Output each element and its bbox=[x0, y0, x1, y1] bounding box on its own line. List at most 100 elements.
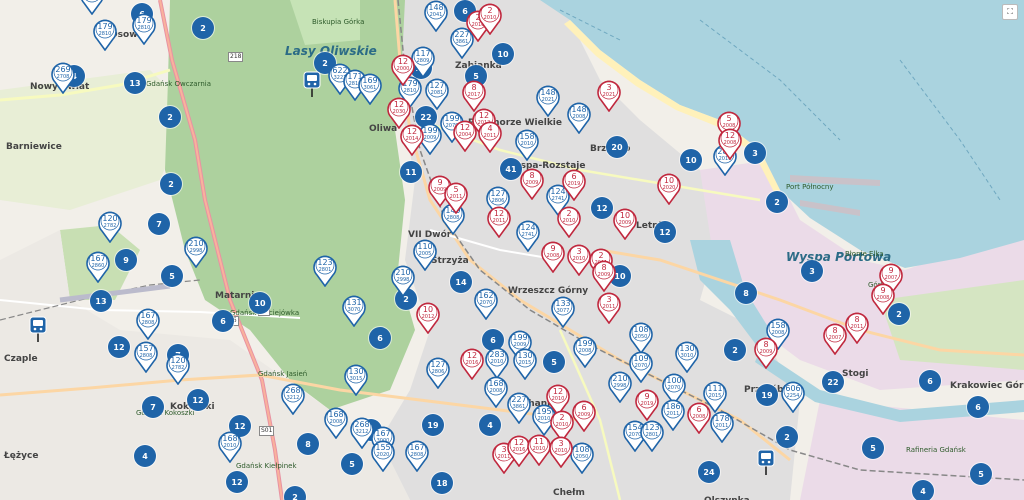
cluster-marker[interactable]: 6 bbox=[369, 327, 391, 349]
tram-pin[interactable]: 2 2010 bbox=[556, 204, 582, 238]
bus-pin[interactable]: 130 2015 bbox=[512, 346, 538, 380]
bus-pin[interactable]: 2102998 bbox=[607, 369, 633, 403]
cluster-marker[interactable]: 4 bbox=[479, 414, 501, 436]
bus-depot-icon[interactable] bbox=[29, 316, 47, 342]
bus-pin[interactable]: 227 3861 bbox=[506, 390, 532, 424]
cluster-marker[interactable]: 12 bbox=[108, 336, 130, 358]
tram-pin[interactable]: 4 2011 bbox=[477, 119, 503, 153]
cluster-marker[interactable]: 9 bbox=[115, 249, 137, 271]
cluster-marker[interactable]: 20 bbox=[606, 136, 628, 158]
bus-pin[interactable]: 148 2041 bbox=[423, 0, 449, 32]
cluster-marker[interactable]: 2 bbox=[724, 339, 746, 361]
cluster-marker[interactable]: 4 bbox=[912, 480, 934, 500]
cluster-marker[interactable]: 6 bbox=[967, 396, 989, 418]
cluster-marker[interactable]: 5 bbox=[970, 463, 992, 485]
fullscreen-button[interactable]: ⛶ bbox=[1002, 4, 1018, 20]
cluster-marker[interactable]: 5 bbox=[862, 437, 884, 459]
cluster-marker[interactable]: 5 bbox=[543, 351, 565, 373]
tram-pin[interactable]: 6 2019 bbox=[561, 167, 587, 201]
cluster-marker[interactable]: 2 bbox=[159, 106, 181, 128]
tram-pin[interactable]: 8 2009 bbox=[591, 258, 617, 292]
cluster-marker[interactable]: 11 bbox=[400, 161, 422, 183]
tram-pin[interactable]: 10 2020 bbox=[656, 171, 682, 205]
cluster-marker[interactable]: 5 bbox=[161, 265, 183, 287]
bus-pin[interactable]: 148 2008 bbox=[566, 100, 592, 134]
bus-pin[interactable]: 123 2801 bbox=[639, 418, 665, 452]
bus-pin[interactable]: 2102998 bbox=[390, 263, 416, 297]
bus-pin[interactable]: 124 2741 bbox=[515, 218, 541, 252]
bus-pin[interactable]: 269 2708 bbox=[50, 60, 76, 94]
cluster-marker[interactable]: 7 bbox=[142, 396, 164, 418]
tram-pin[interactable]: 3 2021 bbox=[596, 78, 622, 112]
bus-pin[interactable]: 155 2020 bbox=[370, 438, 396, 472]
tram-pin[interactable]: 9 2019 bbox=[634, 387, 660, 421]
cluster-marker[interactable]: 19 bbox=[756, 384, 778, 406]
cluster-marker[interactable]: 6 bbox=[919, 370, 941, 392]
cluster-marker[interactable]: 12 bbox=[654, 221, 676, 243]
bus-pin[interactable]: 127 2806 bbox=[425, 355, 451, 389]
cluster-marker[interactable]: 3 bbox=[744, 142, 766, 164]
bus-pin[interactable]: 167 2860 bbox=[85, 249, 111, 283]
bus-pin[interactable]: 199 2008 bbox=[572, 334, 598, 368]
tram-pin[interactable]: 12 2008 bbox=[717, 126, 743, 160]
bus-pin[interactable]: 169 3061 bbox=[357, 71, 383, 105]
bus-pin[interactable]: 123 2801 bbox=[312, 253, 338, 287]
tram-pin[interactable]: 9 2008 bbox=[540, 239, 566, 273]
tram-pin[interactable]: 6 2008 bbox=[686, 400, 712, 434]
bus-pin[interactable]: 127 2081 bbox=[424, 76, 450, 110]
cluster-marker[interactable]: 8 bbox=[297, 433, 319, 455]
bus-pin[interactable]: 2102998 bbox=[183, 234, 209, 268]
cluster-marker[interactable]: 19 bbox=[422, 414, 444, 436]
tram-pin[interactable]: 10 2012 bbox=[415, 300, 441, 334]
cluster-marker[interactable]: 22 bbox=[822, 371, 844, 393]
tram-pin[interactable]: 12 2016 bbox=[459, 346, 485, 380]
bus-depot-icon[interactable] bbox=[757, 449, 775, 475]
cluster-marker[interactable]: 12 bbox=[226, 471, 248, 493]
bus-pin[interactable]: 148 2021 bbox=[535, 83, 561, 117]
bus-pin[interactable]: 179 2810 bbox=[92, 17, 118, 51]
cluster-marker[interactable]: 2 bbox=[192, 17, 214, 39]
cluster-marker[interactable]: 10 bbox=[492, 43, 514, 65]
cluster-marker[interactable]: 13 bbox=[124, 72, 146, 94]
cluster-marker[interactable]: 10 bbox=[249, 292, 271, 314]
bus-pin[interactable]: 162 2070 bbox=[473, 286, 499, 320]
map-canvas[interactable]: Lasy Oliwskie Wyspa Portowa Wrzeszcz Górny… bbox=[0, 0, 1024, 500]
tram-pin[interactable]: 10 2009 bbox=[612, 206, 638, 240]
tram-pin[interactable]: 12 2014 bbox=[399, 122, 425, 156]
tram-pin[interactable]: 8 2007 bbox=[822, 321, 848, 355]
tram-pin[interactable]: 12 2011 bbox=[486, 204, 512, 238]
bus-pin[interactable]: 179 2810 bbox=[131, 11, 157, 45]
bus-depot-icon[interactable] bbox=[303, 71, 321, 97]
tram-pin[interactable]: 2 2010 bbox=[477, 1, 503, 35]
cluster-marker[interactable]: 12 bbox=[591, 197, 613, 219]
cluster-marker[interactable]: 6 bbox=[212, 310, 234, 332]
bus-pin[interactable]: 158 2010 bbox=[514, 127, 540, 161]
bus-pin[interactable]: 606 2254 bbox=[780, 379, 806, 413]
cluster-marker[interactable]: 10 bbox=[680, 149, 702, 171]
bus-pin[interactable]: 178 2011 bbox=[709, 409, 735, 443]
cluster-marker[interactable]: 7 bbox=[148, 213, 170, 235]
bus-pin[interactable]: 130 3015 bbox=[343, 362, 369, 396]
bus-pin[interactable]: 120 2782 bbox=[97, 209, 123, 243]
bus-pin[interactable]: 133 3077 bbox=[550, 294, 576, 328]
bus-pin[interactable]: 268 3212 bbox=[280, 381, 306, 415]
cluster-marker[interactable]: 12 bbox=[187, 389, 209, 411]
bus-pin[interactable]: 131 3070 bbox=[341, 293, 367, 327]
cluster-marker[interactable]: 18 bbox=[431, 472, 453, 494]
cluster-marker[interactable]: 2 bbox=[776, 426, 798, 448]
bus-pin[interactable]: 120 2782 bbox=[165, 351, 191, 385]
tram-pin[interactable]: 9 2008 bbox=[870, 281, 896, 315]
tram-pin[interactable]: 3 2010 bbox=[548, 434, 574, 468]
bus-pin[interactable]: 2102998 bbox=[79, 0, 105, 15]
tram-pin[interactable]: 8 2009 bbox=[753, 335, 779, 369]
tram-pin[interactable]: 12 2000 bbox=[390, 52, 416, 86]
cluster-marker[interactable]: 24 bbox=[698, 461, 720, 483]
cluster-marker[interactable]: 5 bbox=[341, 453, 363, 475]
cluster-marker[interactable]: 2 bbox=[160, 173, 182, 195]
cluster-marker[interactable]: 3 bbox=[801, 260, 823, 282]
tram-pin[interactable]: 8 2009 bbox=[519, 166, 545, 200]
bus-pin[interactable]: 130 3010 bbox=[674, 339, 700, 373]
bus-pin[interactable]: 167 2808 bbox=[135, 306, 161, 340]
bus-pin[interactable]: 168 2008 bbox=[323, 405, 349, 439]
tram-pin[interactable]: 5 2011 bbox=[443, 180, 469, 214]
